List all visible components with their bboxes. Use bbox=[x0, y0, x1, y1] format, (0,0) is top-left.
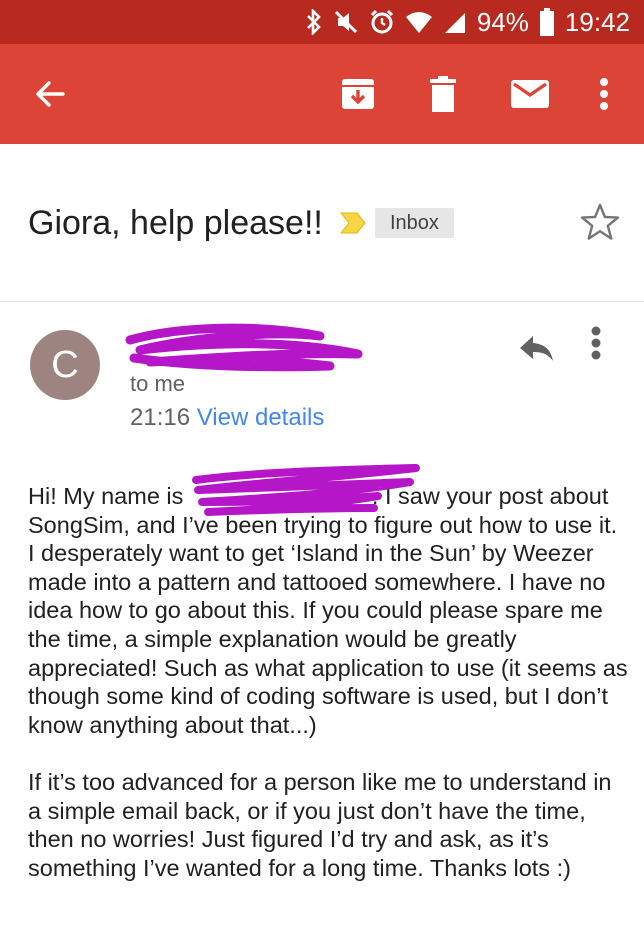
wifi-icon bbox=[405, 12, 432, 33]
clock: 19:42 bbox=[564, 7, 630, 37]
body-text: Hi! My name is bbox=[28, 483, 190, 509]
status-bar: 94% 19:42 bbox=[0, 0, 644, 44]
time-row: 21:16 View details bbox=[130, 403, 324, 433]
body-paragraph-1: Hi! My name is . I saw your post about S… bbox=[28, 482, 628, 739]
mark-unread-button[interactable] bbox=[506, 70, 554, 118]
view-details-link[interactable]: View details bbox=[197, 404, 325, 431]
mute-icon bbox=[334, 10, 357, 34]
sender-name bbox=[130, 330, 360, 362]
sender-avatar[interactable]: C bbox=[30, 330, 100, 400]
delete-button[interactable] bbox=[419, 70, 467, 118]
more-vert-icon bbox=[600, 78, 608, 110]
bluetooth-icon bbox=[306, 9, 321, 35]
app-bar bbox=[0, 44, 644, 144]
importance-marker-icon[interactable] bbox=[340, 212, 366, 234]
body-paragraph-2: If it’s too advanced for a person like m… bbox=[28, 768, 612, 881]
archive-button[interactable] bbox=[334, 70, 382, 118]
reply-icon bbox=[520, 336, 553, 361]
email-body: Hi! My name is . I saw your post about S… bbox=[28, 482, 628, 882]
email-subject: Giora, help please!! bbox=[28, 204, 323, 242]
back-button[interactable] bbox=[26, 70, 74, 118]
recipient-text: to me bbox=[130, 371, 186, 396]
mark-unread-icon bbox=[511, 80, 549, 108]
subject-row: Giora, help please!! Inbox bbox=[0, 145, 644, 302]
back-arrow-icon bbox=[36, 81, 65, 107]
message-more-button[interactable] bbox=[590, 326, 626, 370]
received-time: 21:16 bbox=[130, 404, 191, 431]
battery-percentage: 94% bbox=[476, 7, 529, 37]
signal-icon bbox=[444, 13, 465, 33]
body-text: . I saw your post about SongSim, and I’v… bbox=[28, 483, 628, 738]
status-icons: 94% 19:42 bbox=[305, 0, 630, 44]
star-button[interactable] bbox=[578, 200, 622, 244]
more-options-button[interactable] bbox=[580, 70, 628, 118]
delete-icon bbox=[430, 76, 456, 112]
inbox-label: Inbox bbox=[375, 208, 454, 238]
alarm-icon bbox=[370, 9, 393, 34]
redacted-name bbox=[190, 486, 372, 508]
more-vert-icon bbox=[591, 326, 601, 360]
reply-button[interactable] bbox=[514, 326, 558, 370]
battery-icon bbox=[539, 8, 554, 36]
star-icon bbox=[580, 203, 620, 240]
archive-icon bbox=[342, 79, 374, 109]
